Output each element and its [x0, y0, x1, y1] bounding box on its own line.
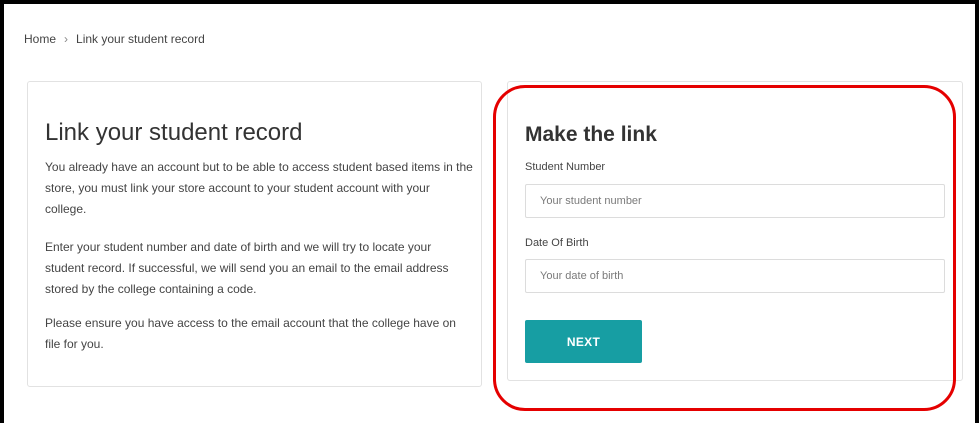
info-paragraph: Please ensure you have access to the ema… [45, 316, 456, 351]
breadcrumb-separator-icon: › [64, 32, 69, 46]
student-number-input[interactable] [525, 184, 945, 218]
form-title: Make the link [525, 123, 657, 146]
next-button[interactable]: NEXT [525, 320, 642, 363]
info-card: Link your student record You already hav… [27, 81, 482, 387]
breadcrumb-current: Link your student record [76, 32, 205, 46]
date-of-birth-label: Date Of Birth [525, 237, 589, 249]
breadcrumb-home-link[interactable]: Home [24, 32, 56, 46]
info-paragraph: Enter your student number and date of bi… [45, 240, 449, 296]
link-form-card: Make the link Student Number Date Of Bir… [507, 81, 963, 381]
page-title: Link your student record [45, 119, 303, 146]
page-frame: Home › Link your student record Link you… [0, 0, 979, 423]
breadcrumb: Home › Link your student record [24, 32, 205, 46]
date-of-birth-input[interactable] [525, 259, 945, 293]
student-number-label: Student Number [525, 161, 606, 173]
info-paragraph: You already have an account but to be ab… [45, 160, 473, 216]
